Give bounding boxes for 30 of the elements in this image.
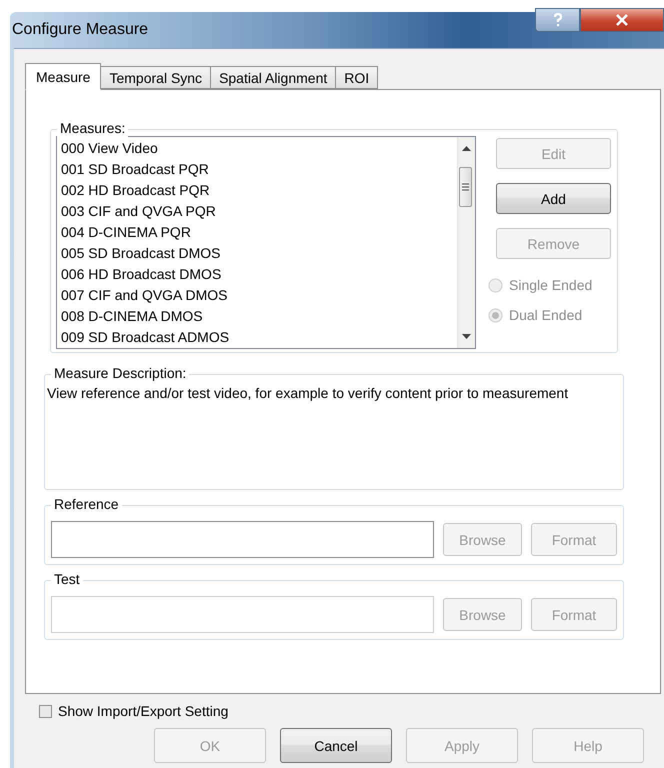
tab[interactable]: Temporal Sync — [101, 66, 212, 89]
scroll-thumb[interactable] — [459, 167, 472, 207]
description-text: View reference and/or test video, for example to verify content prior to measurement — [47, 384, 570, 403]
import-export-checkbox[interactable]: Show Import/Export Setting — [39, 703, 664, 719]
help-icon — [552, 13, 562, 27]
close-button[interactable] — [580, 8, 664, 32]
measure-button[interactable]: Add — [496, 183, 611, 214]
list-item[interactable]: 002 HD Broadcast PQR — [61, 180, 453, 201]
list-item[interactable]: 009 SD Broadcast ADMOS — [61, 327, 453, 348]
tab[interactable]: Spatial Alignment — [211, 66, 336, 89]
list-item[interactable]: 001 SD Broadcast PQR — [61, 159, 453, 180]
list-item[interactable]: 000 View Video — [61, 138, 453, 159]
scroll-up-icon[interactable] — [462, 145, 471, 151]
path-field[interactable] — [51, 521, 434, 558]
scroll-down-icon[interactable] — [462, 334, 471, 340]
tab[interactable]: ROI — [336, 66, 378, 89]
list-item[interactable]: 006 HD Broadcast DMOS — [61, 264, 453, 285]
list-item[interactable]: 003 CIF and QVGA PQR — [61, 201, 453, 222]
close-icon — [615, 14, 629, 26]
list-item[interactable]: 007 CIF and QVGA DMOS — [61, 285, 453, 306]
help-button[interactable] — [535, 8, 580, 32]
window-title: Configure Measure — [12, 21, 148, 39]
list-item[interactable]: 004 D-CINEMA PQR — [61, 222, 453, 243]
group-label: Measure Description: — [51, 365, 190, 382]
list-item[interactable]: 005 SD Broadcast DMOS — [61, 243, 453, 264]
dialog-button[interactable]: Cancel — [280, 728, 392, 763]
tab[interactable]: Measure — [25, 63, 102, 90]
grip-icon — [462, 182, 469, 192]
group-label: Measures: — [57, 120, 128, 137]
list-item[interactable]: 008 D-CINEMA DMOS — [61, 306, 453, 327]
